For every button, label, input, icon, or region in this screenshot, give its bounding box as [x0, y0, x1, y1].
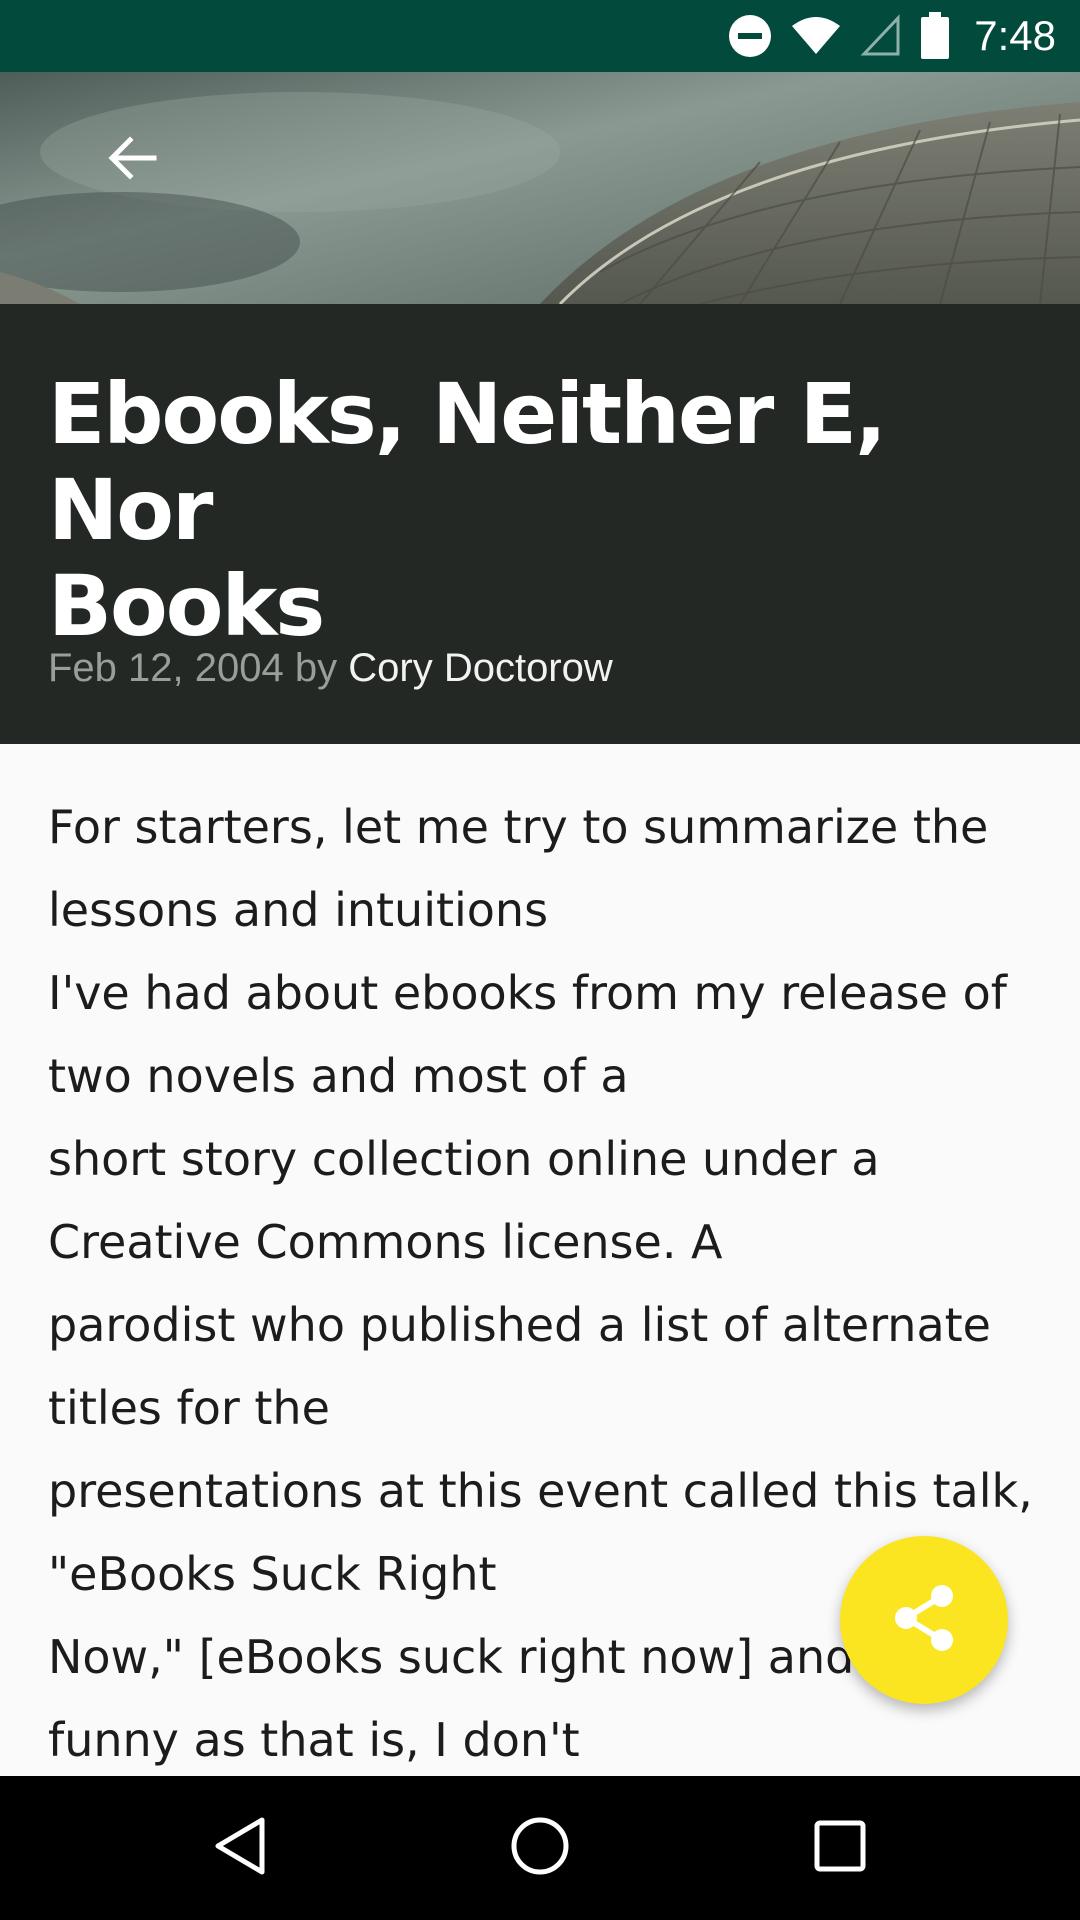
article-title-line: Ebooks, Neither E, Nor: [48, 365, 887, 559]
navigation-bar: [0, 1776, 1080, 1920]
share-icon: [892, 1584, 956, 1657]
body-line: presentations at this event called this …: [48, 1464, 1033, 1518]
article-title-line: Books: [48, 557, 325, 655]
screen: 7:48 Ebooks, Neither E, Nor Books Feb 12…: [0, 0, 1080, 1920]
wifi-icon: [790, 14, 842, 58]
hero-image: [0, 72, 1080, 304]
article-header: Ebooks, Neither E, Nor Books Feb 12, 200…: [0, 304, 1080, 744]
article-author[interactable]: Cory Doctorow: [348, 646, 613, 690]
body-line: titles for the: [48, 1381, 330, 1435]
article-title: Ebooks, Neither E, Nor Books: [48, 366, 1008, 654]
body-line: parodist who published a list of alterna…: [48, 1298, 991, 1352]
nav-recents-button[interactable]: [760, 1776, 920, 1920]
nav-home-button[interactable]: [460, 1776, 620, 1920]
nav-back-button[interactable]: [160, 1776, 320, 1920]
status-bar: 7:48: [0, 0, 1080, 72]
body-line: Creative Commons license. A: [48, 1215, 723, 1269]
recents-square-icon: [814, 1820, 866, 1877]
back-button[interactable]: [96, 124, 168, 196]
battery-icon: [920, 12, 950, 60]
status-icons: 7:48: [728, 0, 1056, 72]
do-not-disturb-icon: [728, 14, 772, 58]
body-line: short story collection online under a: [48, 1132, 880, 1186]
body-line: For starters, let me try to summarize th…: [48, 800, 989, 854]
article-byline: Feb 12, 2004 by Cory Doctorow: [48, 646, 613, 691]
body-line: two novels and most of a: [48, 1049, 629, 1103]
status-time: 7:48: [974, 12, 1056, 59]
home-circle-icon: [510, 1816, 570, 1881]
body-line: funny as that is, I don't: [48, 1713, 580, 1767]
back-triangle-icon: [212, 1816, 268, 1881]
body-line: I've had about ebooks from my release of: [48, 966, 1007, 1020]
byline-by: by: [294, 646, 338, 690]
arrow-back-icon: [106, 134, 158, 187]
share-fab-button[interactable]: [840, 1536, 1008, 1704]
body-line: lessons and intuitions: [48, 883, 549, 937]
article-date: Feb 12, 2004: [48, 646, 284, 690]
cell-signal-icon: [860, 14, 902, 58]
